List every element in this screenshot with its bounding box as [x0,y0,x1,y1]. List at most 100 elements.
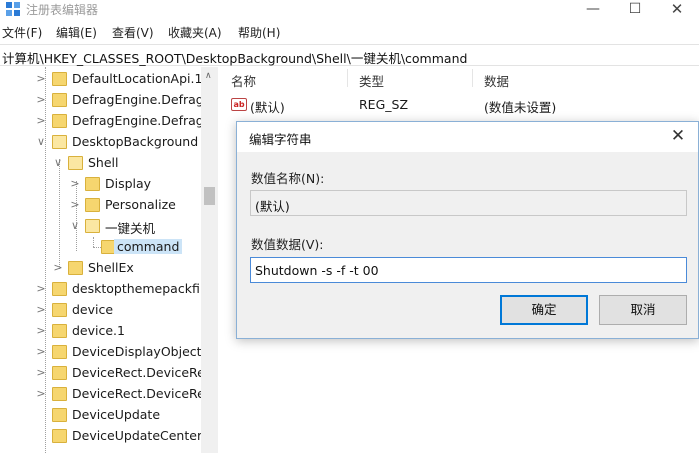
window-title: 注册表编辑器 [26,3,99,17]
address-path: 计算机\HKEY_CLASSES_ROOT\DesktopBackground\… [2,51,468,66]
tree-item[interactable]: DeviceUpdateCenter [0,426,203,447]
scrollbar-thumb[interactable] [204,187,215,205]
chevron-right-icon[interactable]: > [70,177,80,190]
address-bar[interactable]: 计算机\HKEY_CLASSES_ROOT\DesktopBackground\… [0,44,699,66]
tree-item[interactable]: > DefaultLocationApi.1 [0,69,203,90]
table-row[interactable]: ab (默认) REG_SZ (数值未设置) [219,95,699,115]
ok-button[interactable]: 确定 [500,295,588,325]
folder-icon [52,324,67,338]
chevron-right-icon[interactable]: > [36,114,46,127]
tree-item-label: device.1 [72,323,125,338]
scroll-up-icon[interactable]: ∧ [205,71,212,81]
tree-item-label: DefragEngine.Defrag [72,92,204,107]
tree-item[interactable]: > DefragEngine.Defrag [0,90,204,111]
column-separator[interactable] [472,69,473,87]
tree-item-label: DefragEngine.Defrag [72,113,204,128]
dialog-title: 编辑字符串 [249,132,312,147]
close-button[interactable]: ✕ [656,0,698,20]
title-bar: 注册表编辑器 — ☐ ✕ [0,0,699,20]
menu-favorites[interactable]: 收藏夹(A) [168,24,222,41]
chevron-right-icon[interactable]: > [70,198,80,211]
value-data-label: 数值数据(V): [251,237,324,252]
tree-item-personalize[interactable]: > Personalize [0,195,200,216]
tree-item-label: Shell [88,155,119,170]
menu-edit[interactable]: 编辑(E) [56,24,97,41]
folder-open-icon [52,135,67,149]
value-data-input[interactable]: Shutdown -s -f -t 00 [250,257,687,283]
folder-icon [52,408,67,422]
chevron-right-icon[interactable]: > [36,366,46,379]
chevron-right-icon[interactable]: > [36,282,46,295]
tree-item-label: DesktopBackground [72,134,199,149]
tree-item-desktopbackground[interactable]: ∨ DesktopBackground [0,132,200,153]
chevron-down-icon[interactable]: ∨ [53,156,63,169]
tree-item-label: DeviceUpdate [72,407,161,422]
folder-open-icon [68,156,83,170]
column-separator[interactable] [347,69,348,87]
chevron-right-icon[interactable]: > [36,93,46,106]
tree-item-label: Personalize [105,197,176,212]
maximize-button[interactable]: ☐ [614,0,656,20]
tree-item-label: Display [105,176,152,191]
folder-icon [52,387,67,401]
value-data-text: Shutdown -s -f -t 00 [255,263,379,278]
tree-item-label: DeviceRect.DeviceRec [72,365,212,380]
tree-item-display[interactable]: > Display [0,174,200,195]
folder-icon [85,198,100,212]
value-name-text: (默认) [255,199,290,214]
tree-item-label: DeviceDisplayObject [72,344,202,359]
menu-view[interactable]: 查看(V) [112,24,154,41]
folder-icon [52,429,67,443]
value-data: (数值未设置) [484,100,557,115]
folder-icon [52,282,67,296]
tree-item-command[interactable]: command [0,237,200,258]
folder-icon [52,72,67,86]
tree-item[interactable]: DeviceUpdate [0,405,200,426]
chevron-down-icon[interactable]: ∨ [36,135,46,148]
tree-scrollbar[interactable]: ∧ [201,67,218,453]
chevron-right-icon[interactable]: > [36,345,46,358]
tree-item-shell[interactable]: ∨ Shell [0,153,200,174]
menu-file[interactable]: 文件(F) [2,24,42,41]
tree-pane: > DefaultLocationApi.1 > DefragEngine.De… [0,67,218,453]
value-name-label: 数值名称(N): [251,171,325,186]
column-header-data[interactable]: 数据 [484,71,509,90]
folder-icon [52,93,67,107]
tree-item[interactable]: > desktopthemepackfil [0,279,203,300]
column-header-type[interactable]: 类型 [359,71,384,90]
tree-item-label: DeviceUpdateCenter [72,428,203,443]
folder-icon [68,261,83,275]
registry-editor-icon [6,2,20,16]
tree-item-label: DeviceRect.DeviceRec [72,386,212,401]
tree-item[interactable]: > device [0,300,200,321]
tree-item[interactable]: > DeviceDisplayObject [0,342,202,363]
folder-icon [85,177,100,191]
string-value-icon: ab [231,98,247,111]
cancel-button[interactable]: 取消 [599,295,687,325]
tree-item[interactable]: > DeviceRect.DeviceRec [0,363,212,384]
folder-open-icon [85,219,100,233]
tree-item-label: DefaultLocationApi.1 [72,71,203,86]
dialog-title-bar: 编辑字符串 ✕ [237,122,698,152]
edit-string-dialog: 编辑字符串 ✕ 数值名称(N): (默认) 数值数据(V): Shutdown … [236,121,699,339]
tree-item[interactable]: > device.1 [0,321,200,342]
chevron-down-icon[interactable]: ∨ [70,219,80,232]
value-type: REG_SZ [359,97,409,112]
chevron-right-icon[interactable]: > [36,387,46,400]
tree-item[interactable]: > DefragEngine.Defrag [0,111,204,132]
tree-item-one-key-shutdown[interactable]: ∨ 一键关机 [0,216,200,237]
folder-icon [52,114,67,128]
chevron-right-icon[interactable]: > [36,303,46,316]
folder-icon [52,303,67,317]
value-name-field: (默认) [250,190,687,216]
column-header-name[interactable]: 名称 [231,71,256,90]
tree-item-shellex[interactable]: > ShellEx [0,258,200,279]
minimize-button[interactable]: — [572,0,614,20]
tree-item[interactable]: > DeviceRect.DeviceRec [0,384,212,405]
dialog-close-icon[interactable]: ✕ [668,126,688,146]
menu-help[interactable]: 帮助(H) [238,24,280,41]
chevron-right-icon[interactable]: > [36,72,46,85]
chevron-right-icon[interactable]: > [53,261,63,274]
tree-item-label: device [72,302,114,317]
chevron-right-icon[interactable]: > [36,324,46,337]
